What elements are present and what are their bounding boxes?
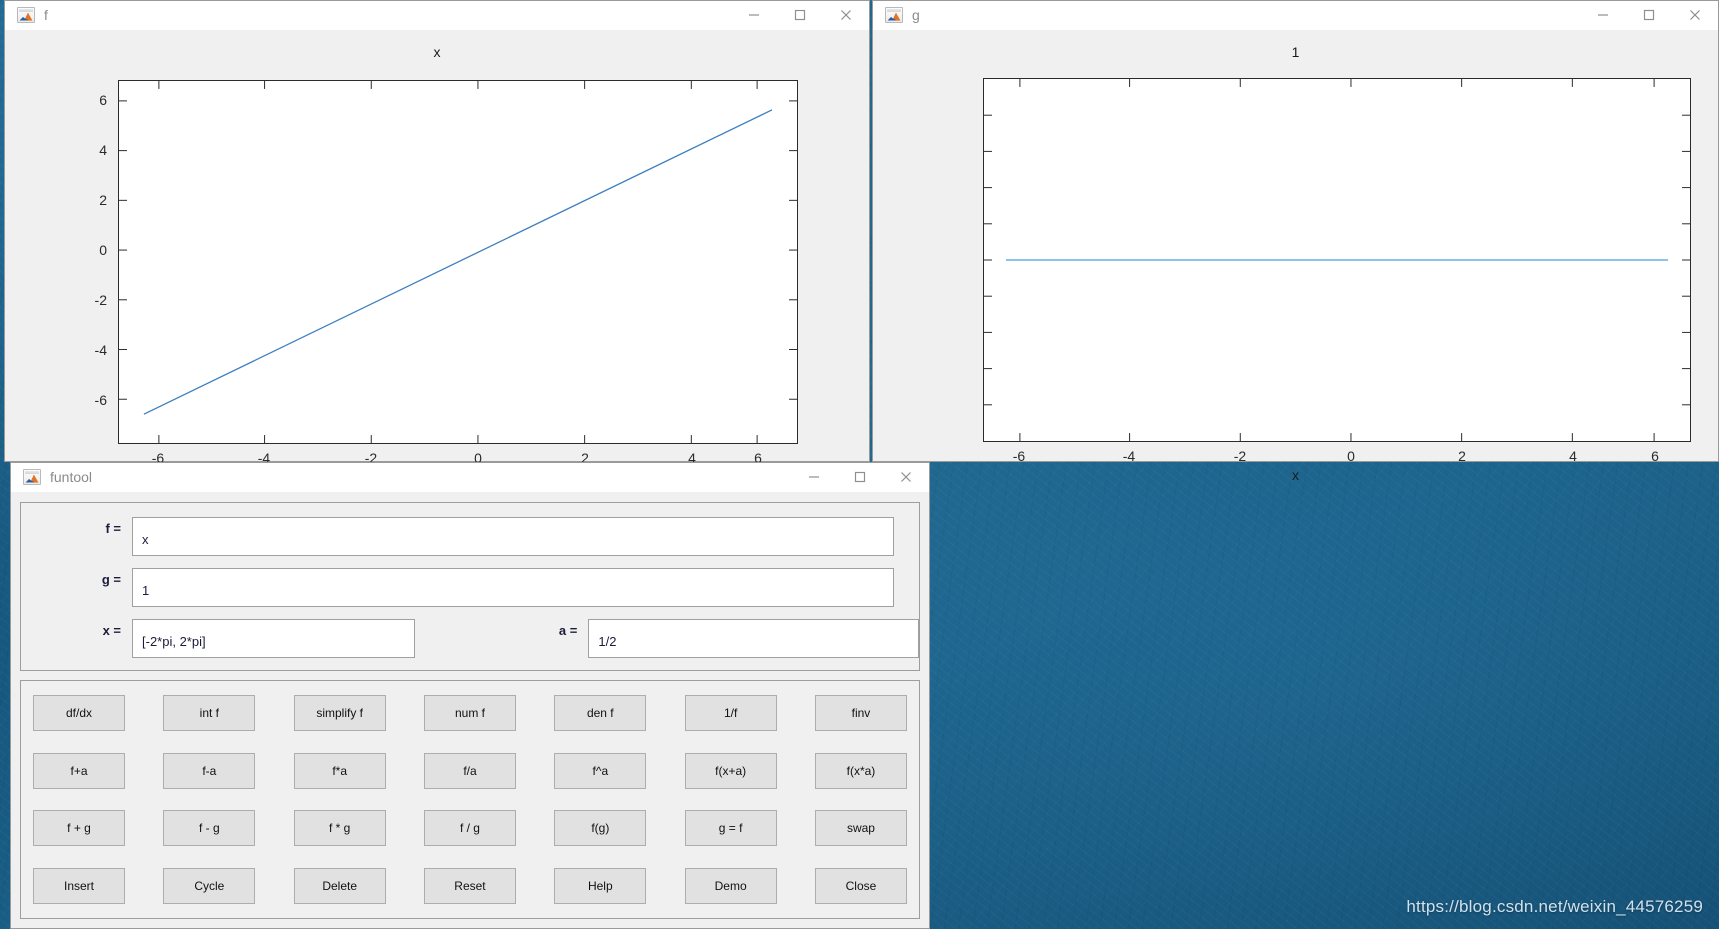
plot-title-f: x (433, 44, 441, 60)
x-tick-label: 0 (1347, 448, 1355, 464)
button-f-of-g[interactable]: f(g) (554, 810, 647, 847)
button-f-plus-g[interactable]: f + g (33, 810, 125, 847)
figure-canvas-f: x -6 -4 -2 0 2 4 6 -6 -4 -2 0 2 4 6 (5, 30, 869, 486)
button-f-plus-a[interactable]: f+a (33, 752, 125, 789)
f-field-label: f = (105, 521, 121, 536)
button-f-minus-g[interactable]: f - g (163, 810, 256, 847)
y-tick-label: -2 (94, 292, 107, 308)
button-row-derivative-ops: df/dx int f simplify f num f den f 1/f f… (33, 695, 907, 731)
funtool-window[interactable]: funtool f = x g = 1 x = [-2*pi, 2*pi] a … (10, 462, 930, 929)
minimize-button-funtool[interactable] (791, 463, 837, 492)
window-controls-g[interactable] (1580, 1, 1718, 30)
figure-window-g[interactable]: g 1 0 0.2 0.4 0.6 0.8 1 1.2 1.4 1.6 1.8 … (872, 0, 1719, 483)
figure-window-f[interactable]: f x -6 -4 -2 0 2 4 6 -6 -4 -2 0 2 4 6 (4, 0, 870, 486)
button-df-dx[interactable]: df/dx (33, 695, 125, 731)
button-insert[interactable]: Insert (33, 867, 125, 904)
matlab-icon (23, 469, 41, 485)
button-reset[interactable]: Reset (423, 867, 516, 904)
x-tick-label: -4 (1122, 448, 1136, 464)
plot-axes-f (118, 80, 798, 444)
a-constant-input[interactable]: 1/2 (588, 619, 919, 658)
button-row-scalar-ops: f+a f-a f*a f/a f^a f(x+a) f(x*a) (33, 752, 907, 789)
g-expression-input[interactable]: 1 (132, 568, 894, 607)
button-row-actions: Insert Cycle Delete Reset Help Demo Clos… (33, 867, 907, 904)
button-f-power-a[interactable]: f^a (554, 752, 647, 789)
window-title-funtool: funtool (50, 469, 93, 485)
minimize-button-f[interactable] (731, 1, 777, 30)
button-num-f[interactable]: num f (423, 695, 516, 731)
button-simplify-f[interactable]: simplify f (293, 695, 386, 731)
button-finv[interactable]: finv (814, 695, 907, 731)
button-f-times-g[interactable]: f * g (293, 810, 386, 847)
plot-axes-g (983, 78, 1691, 442)
operations-panel: df/dx int f simplify f num f den f 1/f f… (20, 680, 920, 919)
y-tick-label: -6 (94, 392, 107, 408)
titlebar-funtool[interactable]: funtool (11, 463, 929, 492)
window-controls-f[interactable] (731, 1, 869, 30)
button-swap[interactable]: swap (814, 810, 907, 847)
maximize-button-funtool[interactable] (837, 463, 883, 492)
window-title-f: f (44, 7, 48, 23)
watermark-text: https://blog.csdn.net/weixin_44576259 (1406, 897, 1703, 916)
x-tick-label: -2 (1233, 448, 1247, 464)
button-f-of-x-plus-a[interactable]: f(x+a) (684, 752, 777, 789)
x-tick-label: 6 (1651, 448, 1659, 464)
button-f-divide-g[interactable]: f / g (423, 810, 516, 847)
button-g-equals-f[interactable]: g = f (684, 810, 777, 847)
field-row-f: f = x (21, 517, 919, 556)
y-tick-label: -4 (94, 342, 107, 358)
titlebar-g[interactable]: g (873, 1, 1718, 30)
f-expression-input[interactable]: x (132, 517, 894, 556)
x-range-input[interactable]: [-2*pi, 2*pi] (132, 619, 416, 658)
y-tick-label: 6 (99, 92, 107, 108)
button-f-minus-a[interactable]: f-a (163, 752, 256, 789)
g-field-label: g = (101, 572, 121, 587)
funtool-content: f = x g = 1 x = [-2*pi, 2*pi] a = 1/2 df… (11, 492, 929, 928)
button-row-binary-ops: f + g f - g f * g f / g f(g) g = f swap (33, 810, 907, 847)
a-field-label: a = (558, 623, 578, 638)
x-field-label: x = (102, 623, 121, 638)
maximize-button-g[interactable] (1626, 1, 1672, 30)
maximize-button-f[interactable] (777, 1, 823, 30)
button-delete[interactable]: Delete (293, 867, 386, 904)
figure-canvas-g: 1 0 0.2 0.4 0.6 0.8 1 1.2 1.4 1.6 1.8 2 (873, 30, 1718, 483)
button-demo[interactable]: Demo (684, 867, 777, 904)
y-tick-label: 2 (99, 192, 107, 208)
y-tick-label: 0 (99, 242, 107, 258)
button-int-f[interactable]: int f (163, 695, 256, 731)
button-den-f[interactable]: den f (554, 695, 647, 731)
matlab-icon (885, 7, 903, 23)
close-button-g[interactable] (1672, 1, 1718, 30)
close-button-f[interactable] (823, 1, 869, 30)
button-cycle[interactable]: Cycle (163, 867, 256, 904)
matlab-icon (17, 7, 35, 23)
plot-title-g: 1 (1291, 44, 1300, 60)
button-reciprocal-f[interactable]: 1/f (684, 695, 777, 731)
window-title-g: g (912, 7, 920, 23)
x-tick-label: -6 (1012, 448, 1026, 464)
button-help[interactable]: Help (554, 867, 647, 904)
button-close[interactable]: Close (814, 867, 907, 904)
close-button-funtool[interactable] (883, 463, 929, 492)
window-controls-funtool[interactable] (791, 463, 929, 492)
x-tick-label: 4 (1569, 448, 1577, 464)
x-tick-label: 2 (1458, 448, 1466, 464)
minimize-button-g[interactable] (1580, 1, 1626, 30)
field-row-x-and-a: x = [-2*pi, 2*pi] a = 1/2 (21, 619, 919, 658)
titlebar-f[interactable]: f (5, 1, 869, 30)
x-axis-label-g: x (1292, 467, 1299, 483)
button-f-times-a[interactable]: f*a (293, 752, 386, 789)
field-row-g: g = 1 (21, 568, 919, 607)
button-f-divide-a[interactable]: f/a (423, 752, 516, 789)
button-f-of-x-times-a[interactable]: f(x*a) (814, 752, 907, 789)
expression-fields-panel: f = x g = 1 x = [-2*pi, 2*pi] a = 1/2 (20, 502, 920, 671)
y-tick-label: 4 (99, 142, 107, 158)
